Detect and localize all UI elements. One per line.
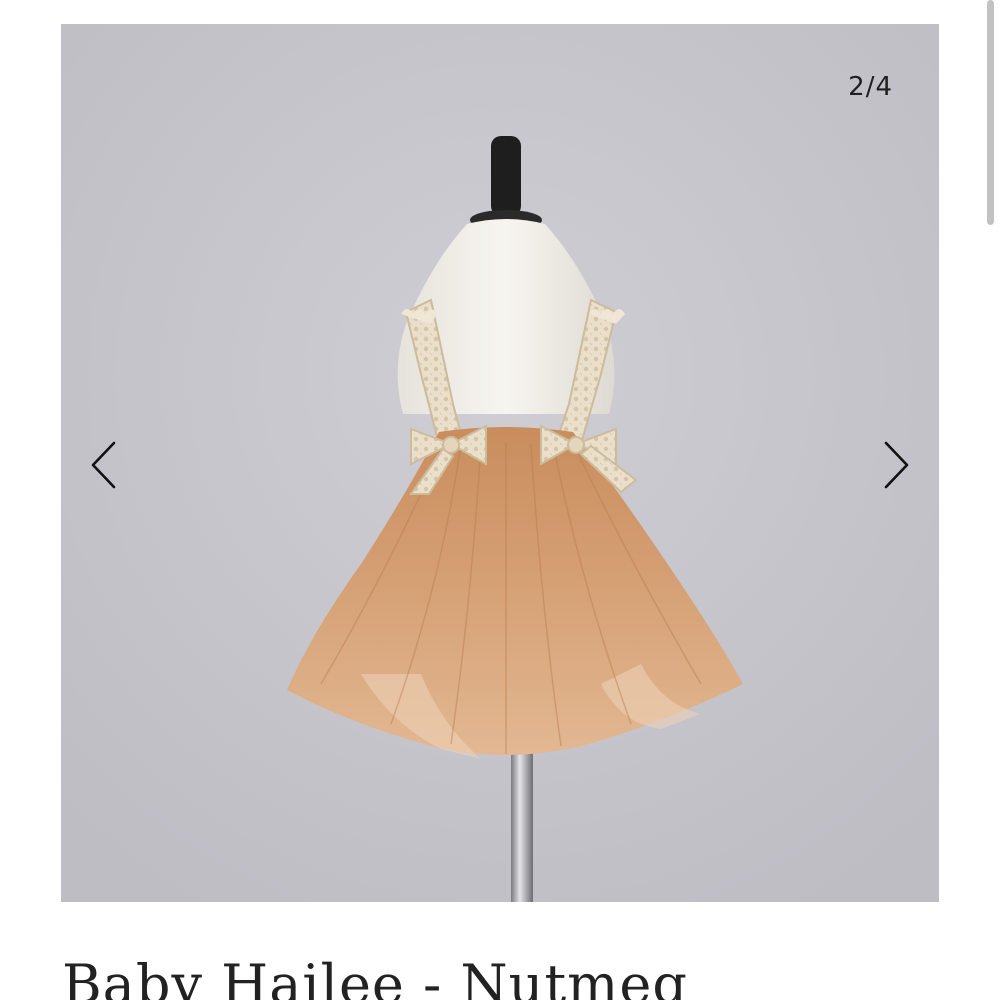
previous-image-button[interactable] [81,440,127,490]
product-title: Baby Hailee - Nutmeg [62,953,688,1000]
page-scrollbar[interactable] [987,0,994,225]
chevron-left-icon [91,441,116,489]
image-counter: 2/4 [848,72,893,102]
chevron-right-icon [884,441,909,489]
product-image-gallery: 2/4 [61,24,939,902]
next-image-button[interactable] [873,440,919,490]
product-photo [61,24,939,902]
